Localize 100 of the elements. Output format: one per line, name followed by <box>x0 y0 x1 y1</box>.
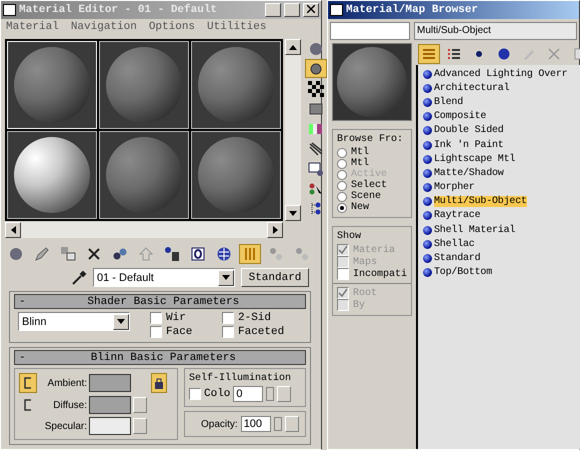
checkbox-label: Face <box>166 326 192 338</box>
sample-slot[interactable] <box>99 41 189 129</box>
dropdown-button[interactable] <box>218 270 234 286</box>
map-button[interactable] <box>133 418 147 434</box>
color-label: Diffuse: <box>52 400 87 410</box>
sample-slot[interactable] <box>191 41 281 129</box>
color-swatch[interactable] <box>89 374 131 392</box>
checker-icon <box>308 80 324 96</box>
dropdown-button[interactable] <box>113 314 129 330</box>
material-name-dropdown[interactable]: 01 - Default <box>93 268 235 287</box>
list-item[interactable]: Composite <box>434 111 486 122</box>
current-material-field: Multi/Sub-Object <box>414 22 577 40</box>
maximize-button[interactable] <box>284 3 300 17</box>
menu-item[interactable]: Material <box>6 21 59 35</box>
lock-toggle-button[interactable] <box>19 373 37 393</box>
list-icon <box>422 48 436 60</box>
scroll-up-button[interactable] <box>285 39 301 55</box>
list-item[interactable]: Lightscape Mtl <box>434 154 516 165</box>
checkmark-icon <box>338 288 348 298</box>
scroll-right-button[interactable] <box>267 222 283 238</box>
radio-button[interactable] <box>337 158 347 168</box>
checkbox-label: By <box>353 300 366 310</box>
minimize-button[interactable] <box>265 3 281 17</box>
window-title: Material Editor - 01 - Default <box>19 4 218 16</box>
radio-button[interactable] <box>337 202 347 212</box>
sphere-icon <box>308 60 324 76</box>
map-button[interactable] <box>133 397 147 413</box>
checkbox[interactable] <box>150 326 162 338</box>
vertical-scrollbar[interactable] <box>285 39 301 221</box>
spinner[interactable] <box>274 417 282 431</box>
material-name: 01 - Default <box>97 272 154 284</box>
square-icon <box>308 100 324 116</box>
side-tool-button[interactable] <box>305 79 327 98</box>
down-triangle-icon <box>222 275 230 280</box>
checkbox[interactable] <box>222 312 234 324</box>
list-icon <box>447 48 461 60</box>
window-title: Material/Map Browser <box>346 4 480 16</box>
list-item[interactable]: Matte/Shadow <box>434 168 504 179</box>
collapse-symbol: - <box>19 296 26 308</box>
close-button[interactable] <box>303 3 319 17</box>
up-arrow-icon <box>138 246 154 262</box>
list-item[interactable]: Ink 'n Paint <box>434 140 504 151</box>
sample-slot[interactable] <box>99 131 189 219</box>
radio-button[interactable] <box>337 180 347 190</box>
map-button[interactable] <box>277 386 292 402</box>
list-item[interactable]: Morpher <box>434 182 475 194</box>
rollout-header[interactable]: - Blinn Basic Parameters <box>14 350 306 365</box>
eyedropper-icon[interactable] <box>71 270 87 286</box>
list-item[interactable]: Double Sided <box>434 125 504 136</box>
scroll-down-button[interactable] <box>285 205 301 221</box>
number-field[interactable]: 0 <box>233 386 264 402</box>
menu-item[interactable]: Navigation <box>70 21 137 35</box>
list-item[interactable]: Shellac <box>434 238 475 250</box>
horizontal-scrollbar[interactable] <box>5 222 283 238</box>
group-title: Browse Fro: <box>337 134 404 145</box>
pencil-icon <box>34 246 50 262</box>
delete-icon <box>548 48 560 60</box>
number-field[interactable]: 100 <box>240 416 271 432</box>
bracket-icon <box>23 377 33 389</box>
list-item[interactable]: Advanced Lighting Overr <box>434 68 568 80</box>
down-triangle-icon <box>117 319 125 324</box>
menu-item[interactable]: Options <box>148 21 196 35</box>
rollout-header[interactable]: - Shader Basic Parameters <box>14 294 306 309</box>
material-type-button[interactable]: Standard <box>241 268 309 287</box>
search-field[interactable] <box>330 22 410 40</box>
checkbox[interactable] <box>189 388 201 400</box>
color-swatch[interactable] <box>89 396 131 414</box>
spinner[interactable] <box>266 387 274 401</box>
scroll-left-button[interactable] <box>5 222 21 238</box>
shader-name: Blinn <box>22 316 46 328</box>
list-item[interactable]: Blend <box>434 96 464 108</box>
color-swatch[interactable] <box>89 417 131 435</box>
radio-label: Mtl <box>351 158 370 169</box>
list-item[interactable]: Architectural <box>434 82 510 94</box>
sphere-icon <box>498 48 510 60</box>
sample-slot[interactable] <box>7 131 97 219</box>
checkbox-label: Maps <box>353 256 378 268</box>
pick-icon <box>308 180 324 196</box>
sample-slot[interactable] <box>191 131 281 219</box>
radio-button[interactable] <box>337 148 347 158</box>
film-icon <box>308 140 324 156</box>
radio-button[interactable] <box>337 192 347 202</box>
list-item[interactable]: Shell Material <box>434 224 516 236</box>
map-button[interactable] <box>284 416 299 432</box>
list-item[interactable]: Raytrace <box>434 210 480 222</box>
opacity-label: Opacity: <box>201 418 238 430</box>
checkbox-label: Colo <box>204 388 230 400</box>
checkbox[interactable] <box>150 312 162 324</box>
side-tool-button[interactable] <box>305 59 327 78</box>
menu-item[interactable]: Utilities <box>207 21 266 35</box>
rollout-title: Shader Basic Parameters <box>86 296 240 308</box>
lock-button[interactable] <box>151 373 167 393</box>
shader-dropdown[interactable]: Blinn <box>18 312 130 331</box>
radio-label: Scene <box>351 191 382 202</box>
list-item[interactable]: Multi/Sub-Object <box>434 196 527 208</box>
bars-icon <box>242 246 258 262</box>
list-item[interactable]: Standard <box>434 253 480 264</box>
checkbox[interactable] <box>222 326 234 338</box>
list-item[interactable]: Top/Bottom <box>434 267 492 278</box>
checkbox[interactable] <box>337 268 349 280</box>
